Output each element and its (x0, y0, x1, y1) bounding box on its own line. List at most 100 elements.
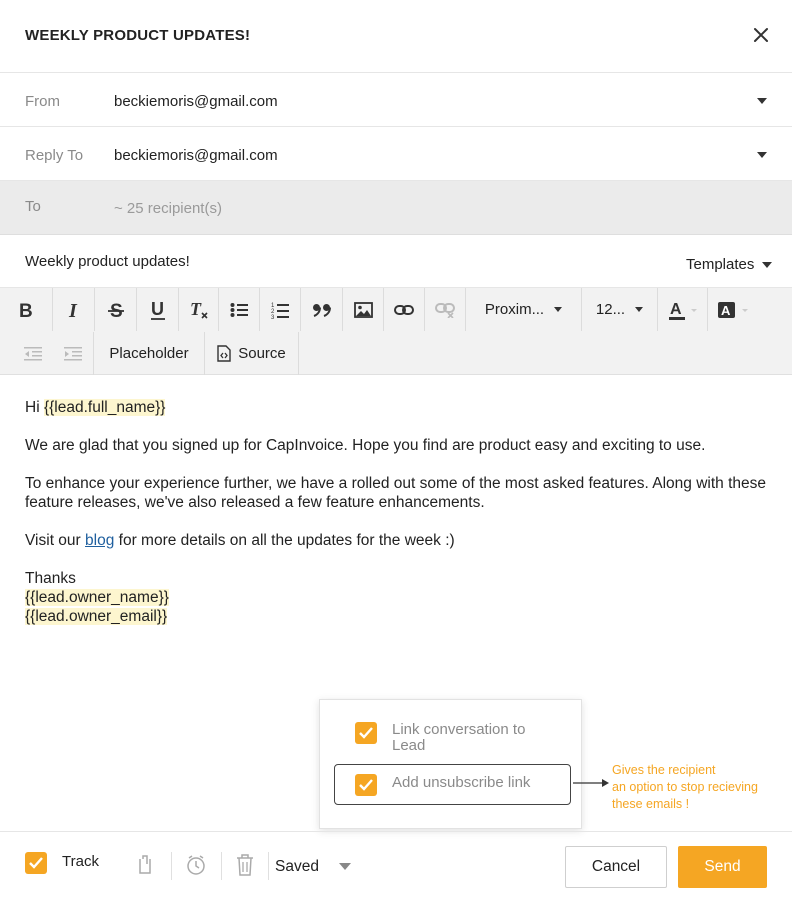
track-checkbox[interactable] (25, 852, 47, 874)
send-button[interactable]: Send (678, 846, 767, 888)
blog-link[interactable]: blog (85, 532, 114, 549)
link-conversation-checkbox[interactable] (355, 722, 377, 744)
checkmark-icon (359, 779, 373, 791)
greeting-text: Hi (25, 399, 44, 416)
svg-text:3: 3 (271, 315, 275, 319)
reply-to-value[interactable]: beckiemoris@gmail.com (114, 147, 278, 164)
background-color-button[interactable]: A (708, 288, 758, 331)
italic-icon: I (68, 301, 78, 319)
bullet-list-icon (230, 302, 248, 317)
editor-toolbar: B I S U T 123 Proxim... 12... A A Placeh… (0, 288, 792, 375)
strikethrough-icon: S (107, 301, 124, 319)
italic-button[interactable]: I (53, 288, 95, 331)
annotation-line-2: an option to stop recieving (612, 780, 758, 794)
font-size-select[interactable]: 12... (582, 288, 658, 331)
paragraph-1: We are glad that you signed up for CapIn… (25, 437, 706, 454)
paragraph-3: Visit our blog for more details on all t… (25, 531, 775, 550)
paragraph-3-after: for more details on all the updates for … (114, 532, 455, 549)
unsubscribe-link-label: Add unsubscribe link (392, 774, 531, 791)
link-conversation-label: Link conversation to Lead (392, 721, 526, 754)
indent-button[interactable] (53, 332, 94, 375)
close-icon[interactable] (750, 24, 772, 46)
font-size-chevron-icon (635, 307, 644, 312)
svg-text:I: I (68, 301, 78, 319)
reply-to-row: Reply To beckiemoris@gmail.com (0, 127, 792, 181)
cancel-button[interactable]: Cancel (565, 846, 667, 888)
bullet-list-button[interactable] (219, 288, 260, 331)
dialog-title: WEEKLY PRODUCT UPDATES! (25, 27, 251, 44)
from-row: From beckiemoris@gmail.com (0, 73, 792, 127)
svg-text:T: T (190, 300, 202, 319)
owner-email-placeholder: {{lead.owner_email}} (25, 608, 168, 625)
bold-button[interactable]: B (0, 288, 53, 331)
unlink-button[interactable] (425, 288, 466, 331)
paragraph-2: To enhance your experience further, we h… (25, 475, 766, 511)
outdent-icon (23, 346, 42, 360)
quote-icon (312, 303, 331, 317)
numbered-list-button[interactable]: 123 (260, 288, 301, 331)
reply-to-label: Reply To (25, 147, 84, 164)
owner-name-placeholder: {{lead.owner_name}} (25, 589, 169, 606)
placeholder-button[interactable]: Placeholder (94, 332, 205, 375)
background-color-icon: A (718, 301, 748, 318)
unsubscribe-annotation: Gives the recipient an option to stop re… (612, 762, 787, 813)
image-button[interactable] (343, 288, 384, 331)
text-color-icon: A (668, 301, 697, 320)
strikethrough-button[interactable]: S (95, 288, 137, 331)
email-body-editor[interactable]: Hi {{lead.full_name}} We are glad that y… (25, 398, 775, 626)
footer-divider (221, 852, 222, 880)
clear-format-button[interactable]: T (179, 288, 219, 331)
font-size-value: 12... (595, 301, 626, 318)
underline-button[interactable]: U (137, 288, 179, 331)
save-options-chevron-icon[interactable] (339, 863, 351, 870)
templates-dropdown[interactable]: Templates (686, 256, 773, 273)
paragraph-3-before: Visit our (25, 532, 86, 549)
svg-text:U: U (151, 300, 164, 319)
delete-icon[interactable] (236, 854, 254, 881)
greeting-line: Hi {{lead.full_name}} (25, 398, 775, 417)
attachment-icon[interactable] (137, 854, 153, 881)
dialog-header: WEEKLY PRODUCT UPDATES! (0, 0, 792, 73)
svg-text:A: A (721, 303, 731, 318)
unlink-icon (435, 302, 455, 318)
footer-divider (268, 852, 269, 880)
signature: Thanks {{lead.owner_name}} {{lead.owner_… (25, 569, 775, 626)
placeholder-label: Placeholder (109, 345, 189, 362)
dialog-footer: Track Saved Cancel Send (0, 831, 792, 900)
source-label: Source (238, 345, 286, 362)
unsubscribe-link-checkbox[interactable] (355, 774, 377, 796)
source-button[interactable]: Source (205, 332, 299, 375)
footer-divider (171, 852, 172, 880)
full-name-placeholder: {{lead.full_name}} (43, 399, 166, 416)
outdent-button[interactable] (12, 332, 53, 375)
thanks-text: Thanks (25, 570, 76, 587)
track-options-popup: Link conversation to Lead Add unsubscrib… (319, 699, 582, 829)
font-family-value: Proxim... (484, 301, 545, 318)
templates-chevron-icon (762, 262, 773, 269)
from-value[interactable]: beckiemoris@gmail.com (114, 93, 278, 110)
image-icon (353, 301, 373, 318)
checkmark-icon (29, 857, 43, 869)
font-family-chevron-icon (554, 307, 563, 312)
svg-text:A: A (670, 301, 682, 318)
link-icon (394, 304, 414, 315)
reply-to-dropdown-icon[interactable] (757, 152, 767, 158)
svg-text:S: S (110, 301, 123, 319)
track-label: Track (62, 853, 99, 870)
checkmark-icon (359, 727, 373, 739)
annotation-line-3: these emails ! (612, 797, 690, 811)
subject-input[interactable]: Weekly product updates! (25, 253, 190, 270)
quote-button[interactable] (301, 288, 343, 331)
to-label: To (25, 198, 41, 215)
schedule-icon[interactable] (186, 854, 206, 881)
numbered-list-icon: 123 (271, 303, 289, 319)
font-family-select[interactable]: Proxim... (466, 288, 582, 331)
svg-text:B: B (19, 301, 33, 319)
to-recipients[interactable]: ~ 25 recipient(s) (114, 200, 222, 217)
from-dropdown-icon[interactable] (757, 98, 767, 104)
to-row: To ~ 25 recipient(s) (0, 181, 792, 235)
link-button[interactable] (384, 288, 425, 331)
from-label: From (25, 93, 60, 110)
text-color-button[interactable]: A (658, 288, 708, 331)
templates-label: Templates (686, 256, 755, 273)
